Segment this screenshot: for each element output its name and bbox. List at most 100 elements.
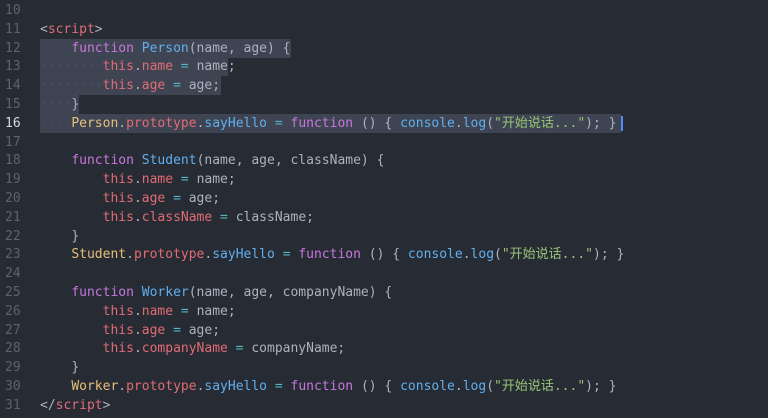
code-line-10[interactable]: 10 bbox=[0, 1, 768, 20]
code-token: companyName bbox=[141, 341, 228, 357]
line-number: 17 bbox=[5, 134, 21, 150]
code-line-28[interactable]: 28 this.companyName = companyName; bbox=[0, 339, 768, 358]
code-token: (name, age) { bbox=[188, 40, 291, 56]
code-token: Person bbox=[71, 115, 119, 131]
code-token: . bbox=[133, 59, 142, 75]
code-token: this bbox=[102, 209, 134, 225]
code-line-13[interactable]: 13 ········this.name = name; bbox=[0, 57, 768, 77]
line-number: 27 bbox=[5, 322, 21, 338]
code-line-22[interactable]: 22 } bbox=[0, 227, 768, 246]
code-token: console bbox=[400, 379, 455, 394]
code-token: . bbox=[133, 191, 142, 206]
code-token: } bbox=[71, 360, 80, 376]
code-token: console bbox=[407, 247, 463, 263]
code-line-29[interactable]: 29 } bbox=[0, 358, 768, 377]
code-token: . bbox=[118, 115, 127, 131]
code-text: <script> bbox=[40, 20, 103, 39]
code-token: ( bbox=[486, 379, 495, 394]
line-number: 21 bbox=[5, 209, 21, 225]
line-number: 31 bbox=[5, 397, 21, 413]
code-token: className bbox=[141, 209, 213, 225]
code-line-24[interactable]: 24 bbox=[0, 264, 768, 283]
line-number: 30 bbox=[5, 379, 21, 394]
code-line-11[interactable]: 11 <script> bbox=[0, 20, 768, 39]
code-token: className; bbox=[235, 209, 314, 225]
code-line-21[interactable]: 21 this.className = className; bbox=[0, 208, 768, 227]
indent-whitespace: ···· bbox=[40, 97, 72, 112]
code-text: ····} bbox=[40, 95, 79, 114]
code-token: } bbox=[71, 97, 80, 112]
code-line-30[interactable]: 30 Worker.prototype.sayHello = function … bbox=[0, 377, 768, 396]
code-text: } bbox=[40, 358, 79, 377]
code-line-16[interactable]: 16 ····Person.prototype.sayHello = functi… bbox=[0, 113, 768, 133]
code-text: Worker.prototype.sayHello = function () … bbox=[40, 377, 616, 396]
code-editor[interactable]: 10 11 <script> 12 function Person(name, age… bbox=[0, 0, 768, 418]
code-line-20[interactable]: 20 this.age = age; bbox=[0, 189, 768, 208]
code-token: = bbox=[173, 303, 197, 319]
code-token: log bbox=[462, 115, 487, 131]
line-number: 18 bbox=[5, 153, 21, 169]
indent-whitespace: ········ bbox=[40, 78, 103, 94]
code-token: = bbox=[173, 59, 197, 75]
code-text: ········this.age = age; bbox=[40, 76, 220, 95]
code-text: this.age = age; bbox=[40, 321, 220, 340]
code-token: name bbox=[141, 59, 174, 75]
code-token: age; bbox=[188, 78, 221, 94]
code-token: . bbox=[133, 78, 142, 94]
code-line-27[interactable]: 27 this.age = age; bbox=[0, 321, 768, 340]
indent-whitespace: ········ bbox=[40, 59, 103, 75]
code-token: ); } bbox=[585, 379, 617, 394]
code-line-26[interactable]: 26 this.name = name; bbox=[0, 302, 768, 321]
code-token: () { bbox=[353, 379, 401, 394]
code-token: . bbox=[133, 341, 142, 357]
code-token: "开始说话..." bbox=[494, 115, 586, 131]
indent-whitespace: ···· bbox=[40, 115, 72, 131]
line-number: 14 bbox=[5, 78, 21, 94]
code-token: sayHello bbox=[204, 115, 268, 131]
code-token: </ bbox=[40, 397, 56, 413]
code-token: age bbox=[141, 78, 166, 94]
code-token: function bbox=[298, 247, 361, 263]
code-token: = bbox=[165, 322, 189, 338]
code-text: } bbox=[40, 227, 79, 246]
line-number: 26 bbox=[5, 303, 21, 319]
code-token: . bbox=[133, 322, 142, 338]
code-line-23[interactable]: 23 Student.prototype.sayHello = function… bbox=[0, 245, 768, 264]
code-token: ( bbox=[486, 115, 495, 131]
text-cursor bbox=[620, 115, 623, 131]
code-token: Student bbox=[141, 153, 197, 169]
code-token: . bbox=[118, 379, 127, 394]
code-token: name; bbox=[196, 59, 236, 75]
code-token: age bbox=[141, 191, 166, 206]
code-line-12[interactable]: 12 function Person(name, age) { bbox=[0, 38, 768, 58]
code-line-18[interactable]: 18 function Student(name, age, className… bbox=[0, 151, 768, 170]
code-token: } bbox=[71, 228, 80, 244]
code-line-15[interactable]: 15 ····} bbox=[0, 95, 768, 114]
code-line-17[interactable]: 17 bbox=[0, 133, 768, 152]
code-token: age bbox=[141, 322, 166, 338]
code-line-25[interactable]: 25 function Worker(name, age, companyNam… bbox=[0, 283, 768, 302]
code-line-31[interactable]: 31 </script> bbox=[0, 396, 768, 415]
code-token: script bbox=[47, 21, 95, 37]
code-line-14[interactable]: 14 ········this.age = age; bbox=[0, 76, 768, 96]
code-token: this bbox=[102, 78, 134, 94]
code-token: this bbox=[102, 59, 134, 75]
line-number: 28 bbox=[5, 341, 21, 357]
code-token: Person bbox=[141, 40, 189, 56]
code-text: this.className = className; bbox=[40, 208, 314, 227]
code-text: function Worker(name, age, companyName) … bbox=[40, 283, 392, 302]
line-number: 24 bbox=[5, 266, 21, 282]
code-token: function bbox=[71, 153, 134, 169]
code-token: (name, age, className) { bbox=[196, 153, 385, 169]
code-token: . bbox=[126, 247, 134, 263]
code-line-19[interactable]: 19 this.name = name; bbox=[0, 170, 768, 189]
code-text: this.age = age; bbox=[40, 189, 220, 208]
